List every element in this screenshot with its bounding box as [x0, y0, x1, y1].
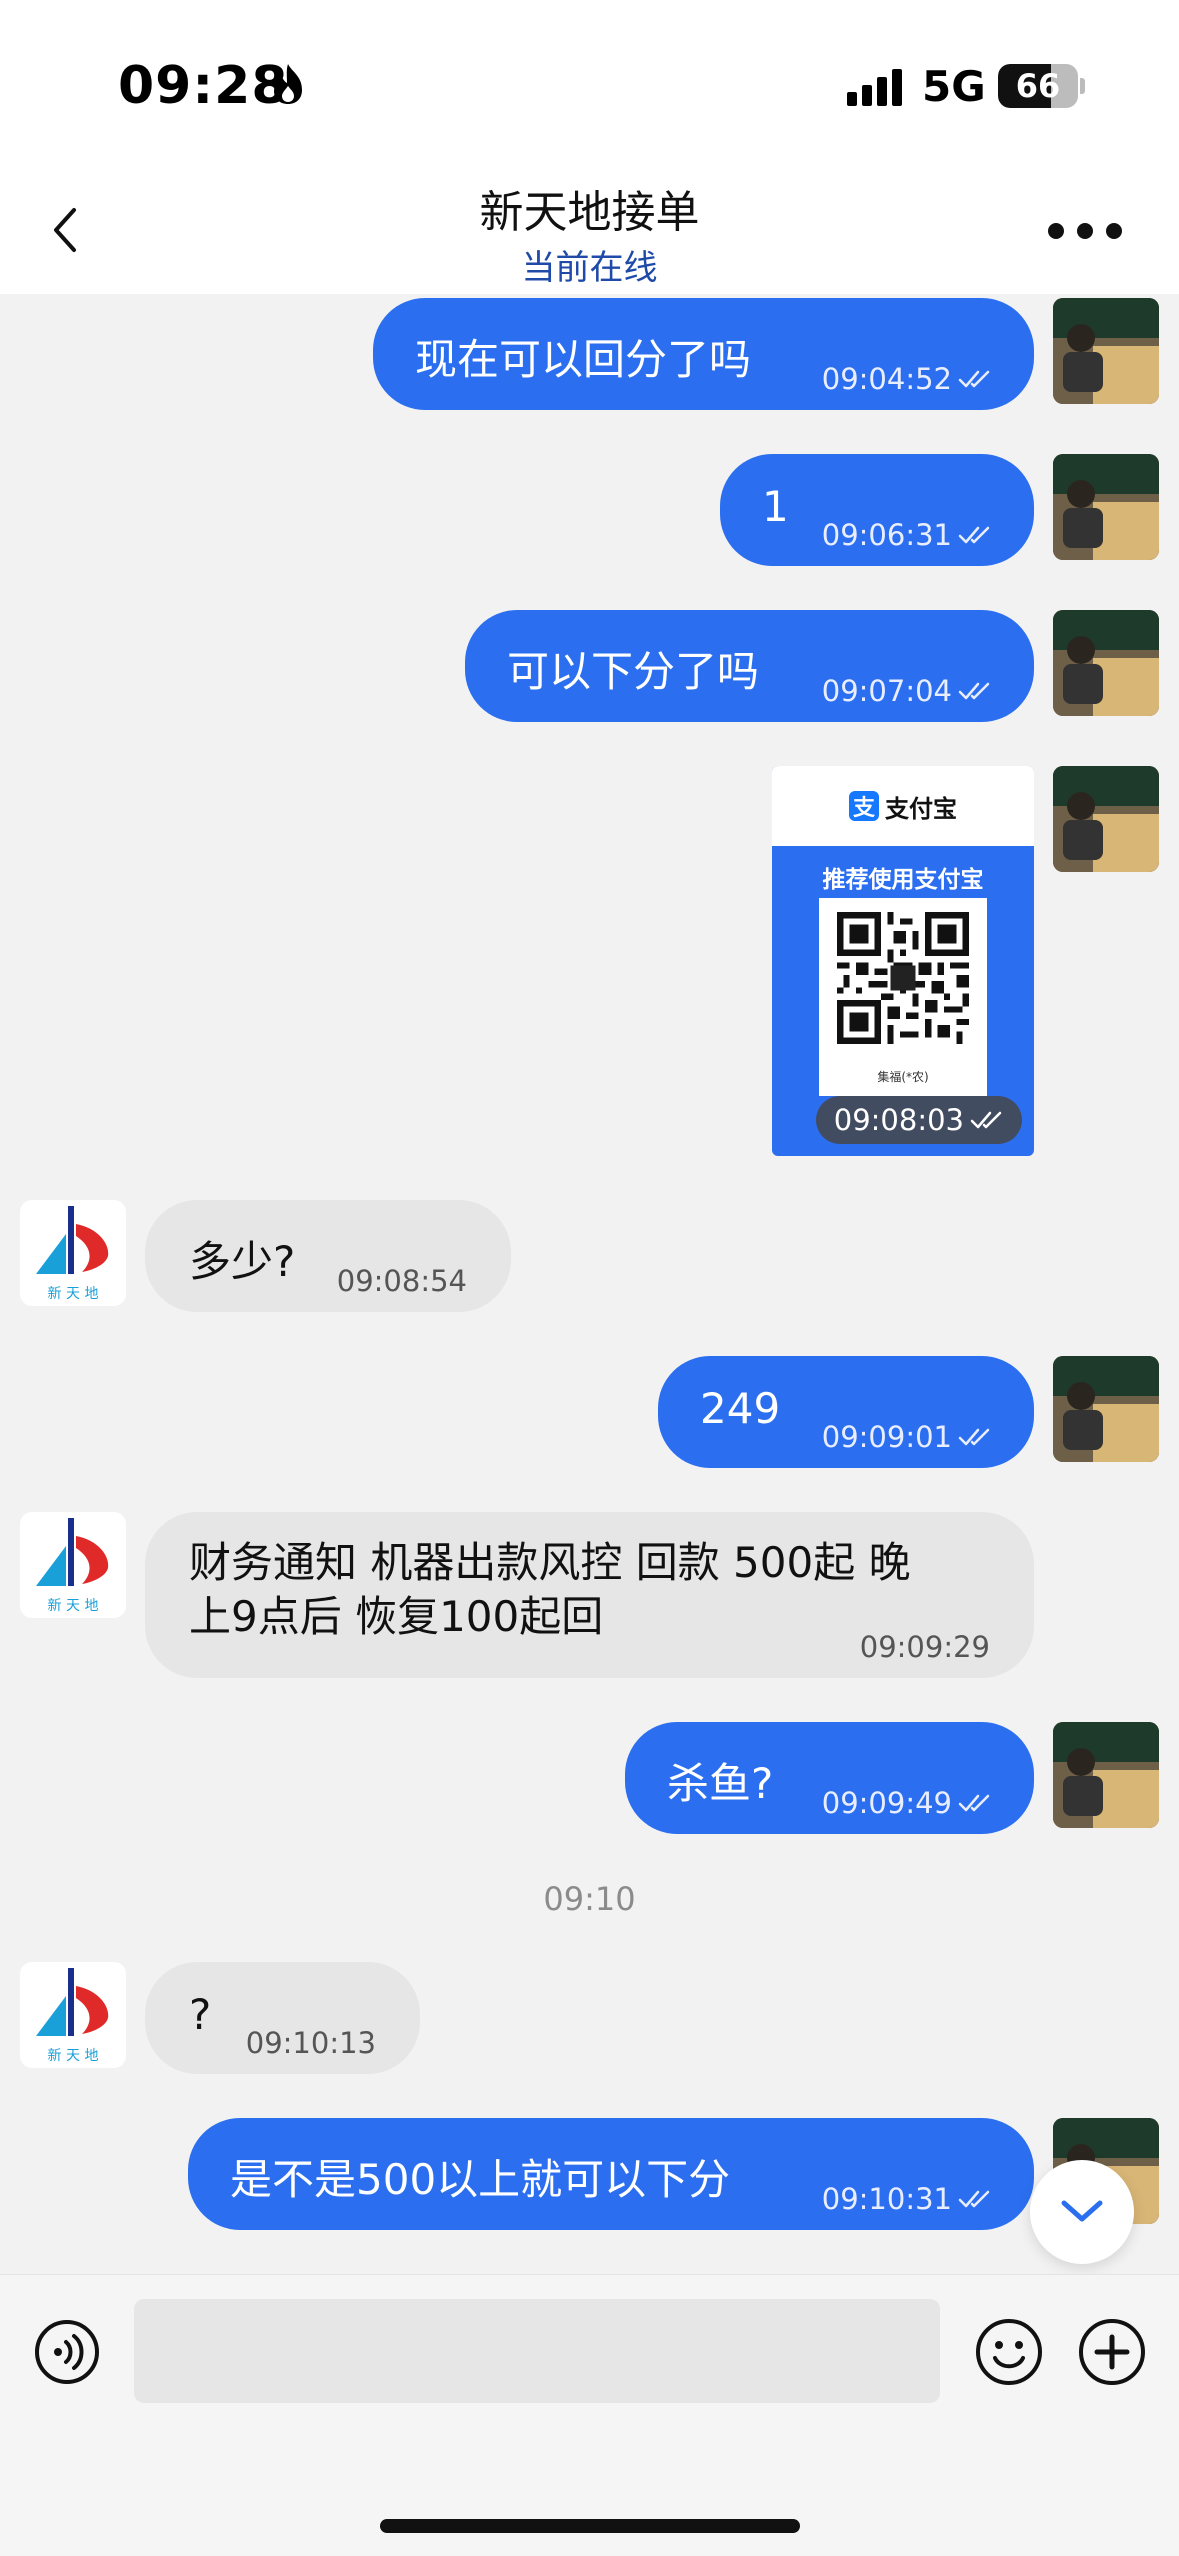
avatar-contact[interactable]: 新 天 地	[20, 1200, 126, 1306]
svg-text:新 天 地: 新 天 地	[48, 1598, 99, 1614]
message-text: 249	[700, 1384, 781, 1433]
qr-card: 集福(*农)	[819, 898, 987, 1096]
avatar-contact[interactable]: 新 天 地	[20, 1512, 126, 1618]
flame-icon	[274, 64, 302, 104]
scroll-to-bottom-button[interactable]	[1030, 2160, 1134, 2264]
double-check-icon	[958, 1794, 990, 1812]
battery-icon: 66	[998, 64, 1078, 108]
message-bubble-outgoing[interactable]: 249 09:09:01	[658, 1356, 1034, 1468]
avatar-self[interactable]	[1053, 1356, 1159, 1462]
network-label: 5G	[922, 62, 986, 111]
svg-text:新 天 地: 新 天 地	[48, 2048, 99, 2064]
chat-messages[interactable]: 现在可以回分了吗 09:04:52 1 09:06:31 可以下分了吗 09:0…	[0, 294, 1179, 2274]
message-time: 09:09:29	[859, 1630, 990, 1664]
plus-icon[interactable]	[1077, 2317, 1147, 2387]
image-message[interactable]: 支 支付宝 推荐使用支付宝 集福(*农) 09:08:03	[772, 766, 1034, 1156]
signal-icon	[847, 69, 902, 106]
message-bubble-incoming[interactable]: 多少? 09:08:54	[145, 1200, 511, 1312]
message-time: 09:04:52	[822, 362, 992, 396]
input-bar	[0, 2274, 1179, 2556]
home-indicator	[380, 2519, 800, 2533]
status-time: 09:28	[118, 56, 289, 116]
message-bubble-outgoing[interactable]: 杀鱼? 09:09:49	[625, 1722, 1034, 1834]
battery-nub	[1080, 78, 1085, 94]
message-bubble-outgoing[interactable]: 是不是500以上就可以下分 09:10:31	[188, 2118, 1034, 2230]
alipay-promo: 推荐使用支付宝	[822, 867, 984, 893]
svg-text:新 天 地: 新 天 地	[48, 1286, 99, 1302]
double-check-icon	[958, 2190, 990, 2208]
alipay-banner: 支 支付宝	[772, 766, 1034, 846]
message-text: 是不是500以上就可以下分	[230, 2155, 731, 2204]
more-button[interactable]	[1048, 216, 1122, 246]
message-text: 多少?	[189, 1237, 296, 1286]
chat-title: 新天地接单	[479, 187, 700, 238]
time-divider: 09:10	[543, 1880, 636, 1918]
message-text: 可以下分了吗	[507, 647, 760, 696]
chevron-down-icon	[1061, 2200, 1103, 2222]
status-bar: 09:28 5G 66	[0, 0, 1179, 160]
xintiandi-logo-icon: 新 天 地	[36, 1518, 109, 1614]
message-bubble-incoming[interactable]: ? 09:10:13	[145, 1962, 420, 2074]
voice-icon[interactable]	[34, 2319, 100, 2385]
double-check-icon	[958, 1428, 990, 1446]
double-check-icon	[958, 682, 990, 700]
message-time: 09:06:31	[822, 518, 992, 552]
battery-percent: 66	[1015, 67, 1061, 105]
qr-code-icon	[837, 912, 969, 1044]
message-text: 财务通知 机器出款风控 回款 500起 晚 上9点后 恢复100起回	[189, 1538, 911, 1641]
xintiandi-logo-icon: 新 天 地	[36, 1968, 109, 2064]
avatar-self[interactable]	[1053, 298, 1159, 404]
qr-caption: 集福(*农)	[877, 1070, 929, 1084]
message-bubble-outgoing[interactable]: 可以下分了吗 09:07:04	[465, 610, 1034, 722]
chat-header: 新天地接单 当前在线	[0, 160, 1179, 294]
online-status: 当前在线	[521, 248, 658, 288]
more-dots-icon	[1048, 223, 1064, 239]
message-time: 09:09:01	[822, 1420, 992, 1454]
message-text: 1	[762, 482, 789, 531]
avatar-self[interactable]	[1053, 610, 1159, 716]
message-time: 09:10:13	[245, 2026, 376, 2060]
message-bubble-outgoing[interactable]: 1 09:06:31	[720, 454, 1034, 566]
message-text: 现在可以回分了吗	[415, 335, 752, 384]
message-time: 09:10:31	[822, 2182, 992, 2216]
message-time: 09:08:54	[336, 1264, 467, 1298]
double-check-icon	[958, 526, 990, 544]
double-check-icon	[958, 370, 990, 388]
avatar-self[interactable]	[1053, 766, 1159, 872]
double-check-icon	[970, 1111, 1002, 1129]
message-text: 杀鱼?	[667, 1759, 774, 1808]
emoji-icon[interactable]	[974, 2317, 1044, 2387]
message-input[interactable]	[134, 2299, 940, 2403]
avatar-self[interactable]	[1053, 1722, 1159, 1828]
message-time: 09:09:49	[822, 1786, 992, 1820]
alipay-logo-icon: 支	[849, 791, 879, 821]
alipay-brand: 支付宝	[885, 794, 957, 823]
message-text: ?	[189, 1990, 212, 2039]
message-bubble-outgoing[interactable]: 现在可以回分了吗 09:04:52	[373, 298, 1034, 410]
avatar-self[interactable]	[1053, 454, 1159, 560]
message-bubble-incoming[interactable]: 财务通知 机器出款风控 回款 500起 晚 上9点后 恢复100起回 09:09…	[145, 1512, 1034, 1678]
xintiandi-logo-icon: 新 天 地	[36, 1206, 109, 1302]
message-time: 09:08:03	[815, 1096, 1022, 1144]
avatar-contact[interactable]: 新 天 地	[20, 1962, 126, 2068]
message-time: 09:07:04	[822, 674, 992, 708]
